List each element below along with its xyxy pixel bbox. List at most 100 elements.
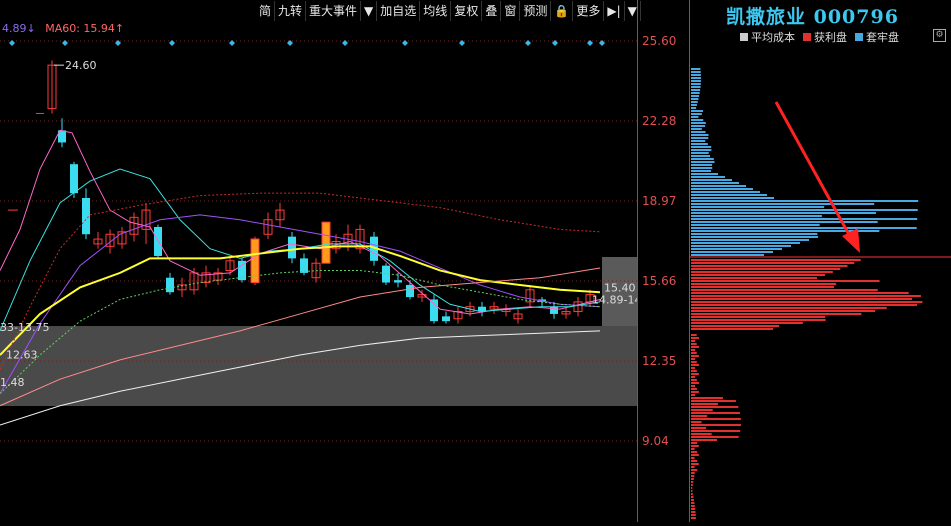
profit-chip-bar — [691, 271, 833, 273]
add-watchlist-button[interactable]: 加自选 — [377, 1, 421, 21]
profit-chip-bar — [691, 346, 699, 348]
profit-chip-bar — [691, 289, 878, 291]
profit-chip-bar — [691, 277, 817, 279]
profit-chip-bar — [691, 508, 696, 510]
ma10-line — [0, 168, 601, 332]
major-events-button[interactable]: 重大事件 — [306, 1, 362, 21]
locked-chip-bar — [691, 98, 699, 100]
events-dropdown-icon[interactable]: ▼ — [361, 1, 378, 21]
locked-chip-bar — [691, 179, 732, 181]
locked-chip-bar — [691, 68, 701, 70]
locked-chip-bar — [691, 251, 773, 253]
candle-body — [406, 284, 414, 298]
stock-title: 凯撒旅业 000796 — [726, 6, 899, 28]
price-annotation-1: 15.40 — [604, 281, 636, 294]
profit-chip-bar — [691, 382, 699, 384]
ma-prev-value: 4.89↓ — [2, 22, 36, 35]
profit-chip-bar — [691, 385, 695, 387]
profit-chip-bar — [691, 262, 855, 264]
locked-chip-bar — [691, 152, 709, 154]
profit-chip-bar — [691, 478, 694, 480]
profit-chip-bar — [691, 430, 741, 432]
profit-chip-bar — [691, 403, 718, 405]
price-label: 15.66 — [642, 274, 677, 288]
event-diamond — [62, 40, 68, 46]
locked-chip-bar — [691, 212, 876, 214]
left-annotation-1: 33-13.75 — [0, 321, 49, 334]
profit-chip-bar — [691, 400, 736, 402]
price-label: 9.04 — [642, 434, 669, 448]
locked-chip-bar — [691, 248, 782, 250]
profit-chip-bar — [691, 397, 723, 399]
lock-icon[interactable]: 🔒 — [551, 1, 574, 21]
locked-chip-bar — [691, 254, 764, 256]
settings-icon[interactable]: ⚙ — [933, 29, 946, 42]
locked-chip-bar — [691, 209, 918, 211]
locked-chip-bar — [691, 233, 818, 235]
locked-chip-bar — [691, 80, 701, 82]
locked-chip-bar — [691, 227, 917, 229]
price-band — [0, 326, 637, 406]
profit-chip-bar — [691, 352, 697, 354]
profit-chip-bar — [691, 370, 697, 372]
profit-chip-bar — [691, 358, 696, 360]
profit-chip-bar — [691, 490, 693, 492]
high-price-label: 24.60 — [65, 59, 97, 72]
locked-chip-bar — [691, 101, 698, 103]
event-diamond — [169, 40, 175, 46]
locked-chip-bar — [691, 236, 818, 238]
profit-chip-bar — [691, 424, 741, 426]
locked-chip-bar — [691, 158, 714, 160]
locked-chip-bar — [691, 155, 711, 157]
locked-chip-bar — [691, 167, 713, 169]
locked-chip-bar — [691, 221, 878, 223]
event-diamond — [402, 40, 408, 46]
more-button[interactable]: 更多 — [573, 1, 605, 21]
locked-chip-bar — [691, 107, 697, 109]
locked-chip-bar — [691, 185, 746, 187]
profit-chip-bar — [691, 361, 697, 363]
locked-chip-bar — [691, 164, 713, 166]
forecast-button[interactable]: 预测 — [520, 1, 552, 21]
profit-chip-bar — [691, 475, 695, 477]
chip-distribution-panel: 凯撒旅业 000796 平均成本 获利盘 套牢盘 ⚙ — [689, 0, 951, 522]
simple-button[interactable]: 简 — [256, 1, 276, 21]
moving-average-button[interactable]: 均线 — [420, 1, 452, 21]
collapse-panel-icon[interactable]: ▶| — [604, 1, 625, 21]
profit-chip-bar — [691, 415, 708, 417]
locked-chip-bar — [691, 245, 791, 247]
profit-chip-bar — [691, 349, 696, 351]
profit-chip-bar — [691, 505, 695, 507]
locked-chip-bar — [691, 95, 700, 97]
locked-chip-bar — [691, 143, 708, 145]
profit-chip-bar — [691, 274, 826, 276]
legend-locked: 套牢盘 — [855, 29, 899, 45]
locked-chip-bar — [691, 131, 706, 133]
avg-cost-swatch — [740, 33, 748, 41]
locked-chip-bar — [691, 203, 875, 205]
profit-chip-bar — [691, 496, 694, 498]
profit-chip-bar — [691, 460, 698, 462]
price-annotation-2: 14.89-14 — [592, 294, 637, 307]
adjust-price-button[interactable]: 复权 — [451, 1, 483, 21]
kline-chart[interactable]: 24.60 15.40 14.89-14 33-13.75 12.63 1.48 4.89… — [0, 0, 641, 522]
profit-chip-bar — [691, 391, 699, 393]
locked-chip-bar — [691, 110, 703, 112]
profit-chip-bar — [691, 514, 696, 516]
locked-chip-bar — [691, 182, 739, 184]
profit-label: 获利盘 — [814, 31, 847, 44]
window-button[interactable]: 窗 — [501, 1, 521, 21]
profit-chip-bar — [691, 268, 841, 270]
locked-chip-bar — [691, 161, 715, 163]
profit-chip-bar — [691, 418, 741, 420]
chart-toolbar: 简 九转 重大事件 ▼ 加自选 均线 复权 叠 窗 预测 🔒 更多 ▶| ▼ — [256, 1, 641, 21]
locked-chip-bar — [691, 119, 704, 121]
locked-chip-bar — [691, 239, 809, 241]
locked-chip-bar — [691, 92, 700, 94]
overlay-button[interactable]: 叠 — [482, 1, 502, 21]
profit-chip-bar — [691, 433, 712, 435]
profit-chip-bar — [691, 406, 739, 408]
nine-turn-button[interactable]: 九转 — [275, 1, 307, 21]
profit-chip-bar — [691, 316, 826, 318]
profit-chip-bar — [691, 325, 780, 327]
